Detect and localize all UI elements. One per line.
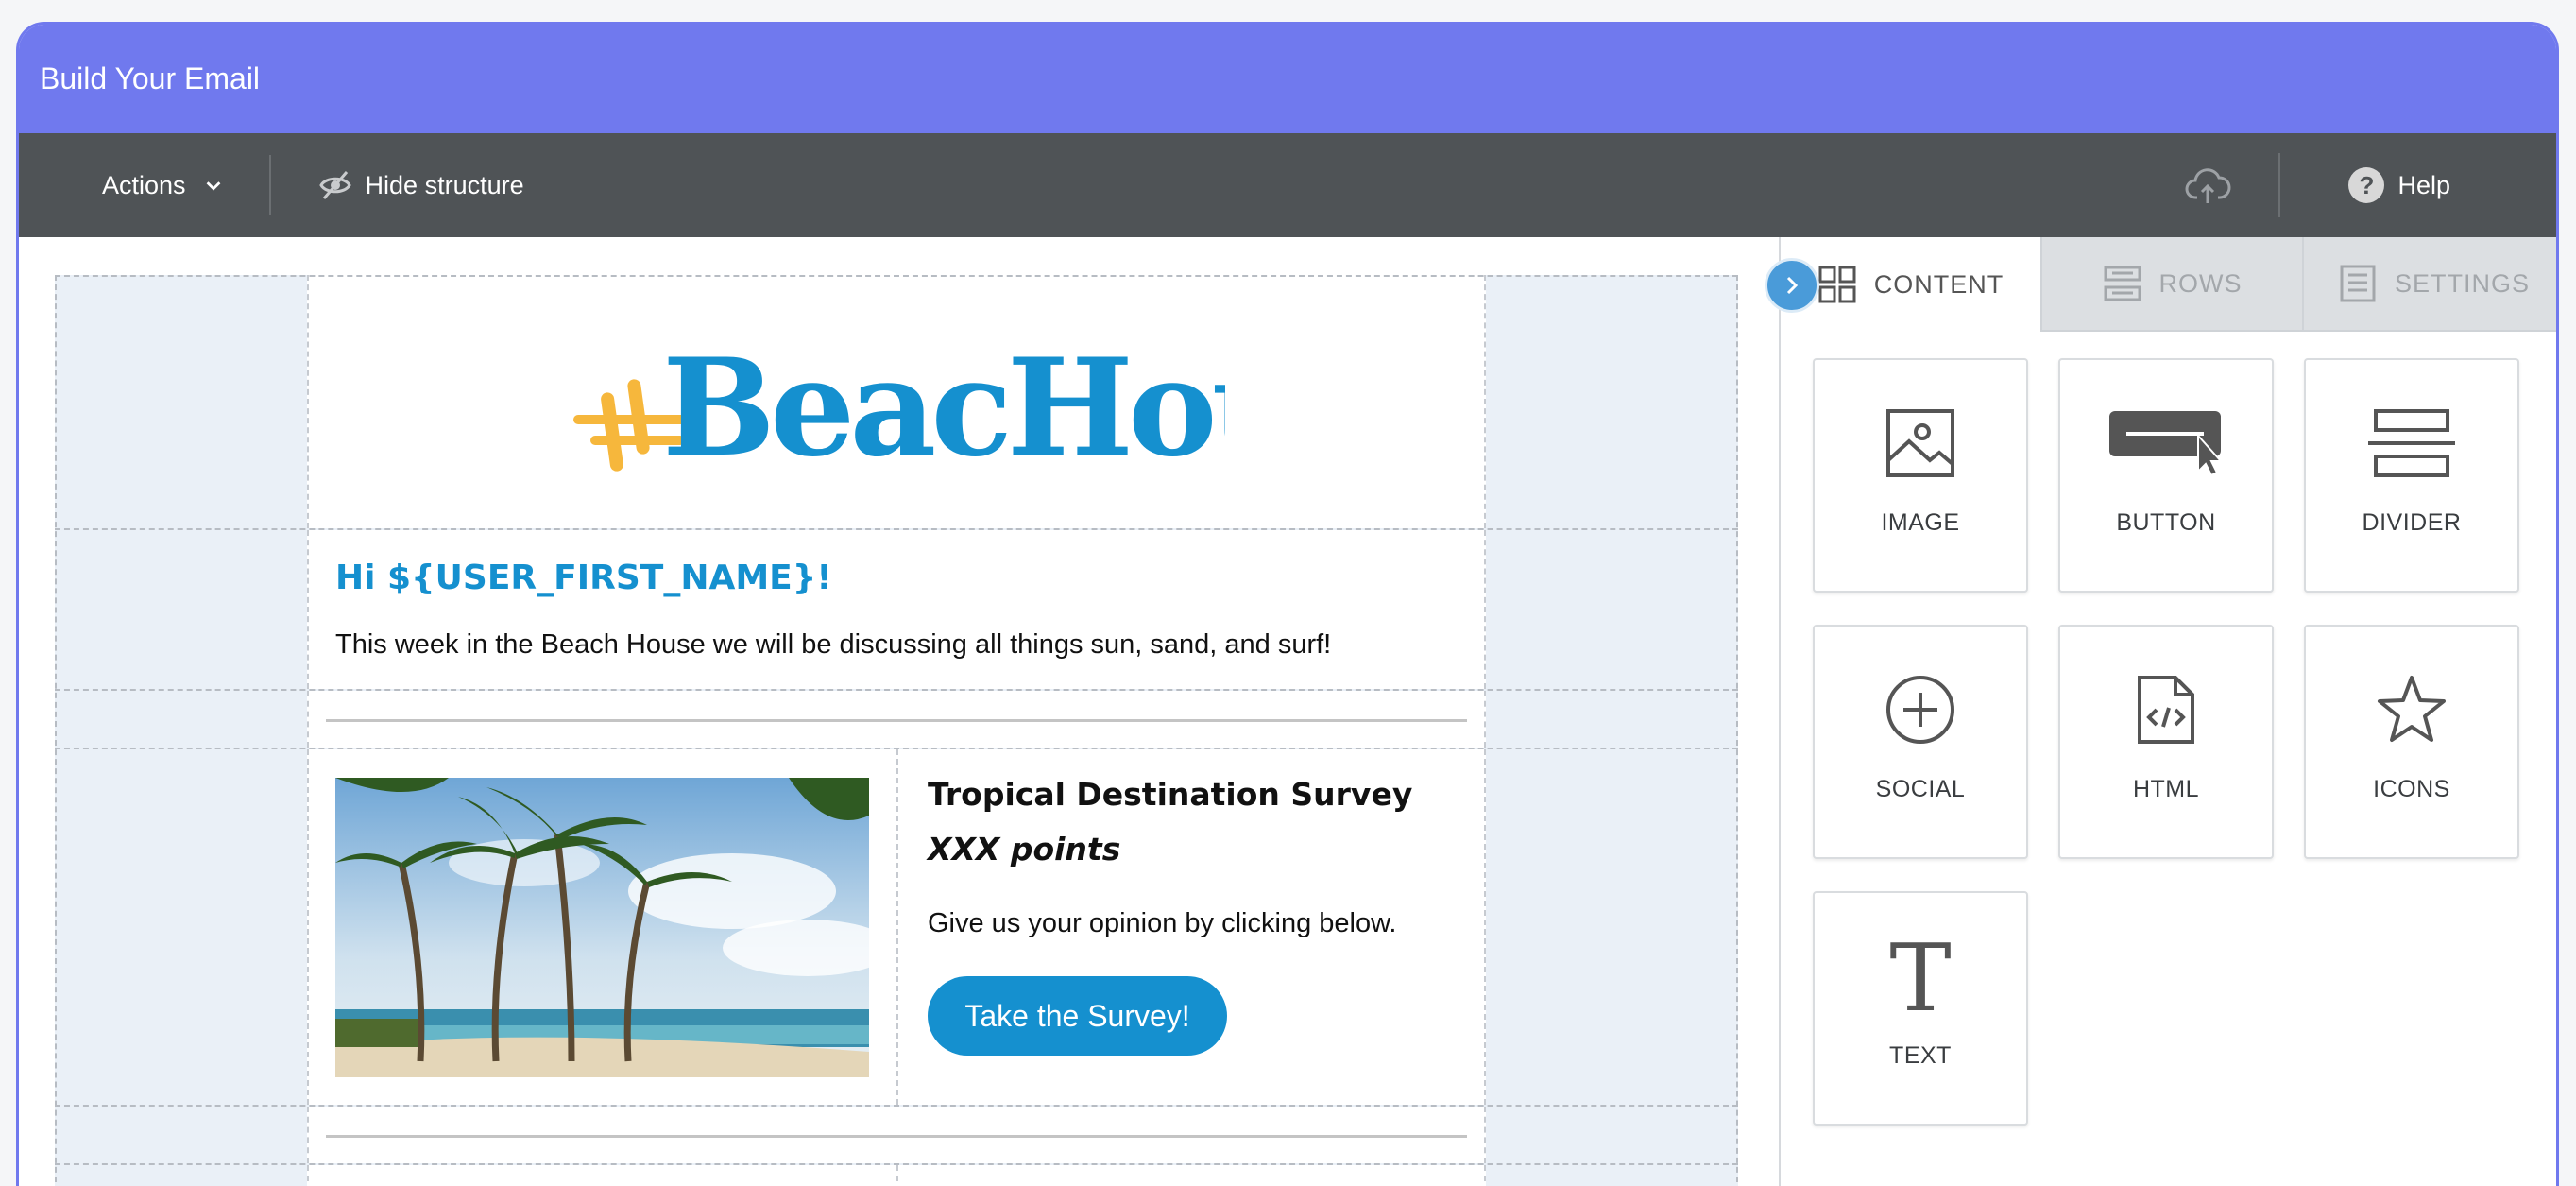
hide-structure-label: Hide structure [365, 170, 524, 199]
icons-block[interactable]: ICONS [2304, 625, 2519, 859]
divider-block[interactable]: DIVIDER [2304, 358, 2519, 593]
eye-off-icon [318, 171, 351, 199]
title-bar: Build Your Email [19, 25, 2556, 133]
social-icon [1886, 676, 1954, 744]
chevron-down-icon [206, 181, 220, 191]
toolbar-divider [2278, 153, 2281, 217]
column-separator [896, 1165, 898, 1186]
settings-icon [2340, 265, 2376, 302]
survey-row[interactable]: Tropical Destination Survey XXX points G… [55, 748, 1738, 1105]
image-icon [1886, 409, 1954, 477]
html-icon [2138, 676, 2194, 744]
social-block[interactable]: SOCIAL [1813, 625, 2028, 859]
panel-tabs: CONTENT ROWS SETTINGS [1781, 237, 2556, 332]
intro-text: This week in the Beach House we will be … [335, 629, 1332, 660]
tab-content-label: CONTENT [1873, 269, 2005, 299]
rows-icon [2104, 266, 2141, 301]
row-content: BeacHouse [307, 275, 1486, 528]
divider-line [326, 719, 1467, 722]
beach-house-logo: BeacHouse [573, 330, 1225, 487]
workspace: BeacHouse Hi ${USER_FIRST_NAME}! This we… [19, 237, 2556, 1186]
svg-text:T: T [1889, 940, 1951, 1016]
toolbar: Actions Hide structure ? Help [19, 133, 2556, 237]
tab-settings[interactable]: SETTINGS [2302, 237, 2556, 332]
palm-trees-photo [335, 778, 869, 1077]
button-icon [2109, 411, 2224, 477]
side-panel: CONTENT ROWS SETTINGS IMAGE BUTTON DIVID… [1779, 237, 2556, 1186]
actions-label: Actions [102, 170, 186, 199]
block-label: IMAGE [1881, 509, 1960, 536]
button-block[interactable]: BUTTON [2058, 358, 2274, 593]
star-icon [2378, 676, 2446, 742]
toolbar-divider [268, 155, 271, 215]
text-icon: T [1889, 940, 1951, 1016]
greeting-row[interactable]: Hi ${USER_FIRST_NAME}! This week in the … [55, 528, 1738, 689]
email-builder-window: Build Your Email Actions Hide structure … [16, 22, 2559, 1186]
block-label: ICONS [2373, 776, 2450, 802]
divider-row[interactable] [55, 689, 1738, 748]
block-label: DIVIDER [2362, 509, 2462, 536]
html-block[interactable]: HTML [2058, 625, 2274, 859]
block-label: SOCIAL [1875, 776, 1966, 802]
collapse-panel-button[interactable] [1765, 258, 1819, 313]
help-button[interactable]: ? Help [2348, 167, 2450, 203]
chevron-right-icon [1786, 276, 1799, 295]
tab-content[interactable]: CONTENT [1781, 237, 2040, 332]
row-content [307, 1165, 1486, 1186]
svg-text:BeacHouse: BeacHouse [662, 330, 1225, 487]
survey-points: XXX points [928, 831, 1121, 868]
help-icon: ? [2348, 167, 2385, 203]
row-content [307, 1107, 1486, 1163]
image-block[interactable]: IMAGE [1813, 358, 2028, 593]
tab-settings-label: SETTINGS [2394, 268, 2530, 298]
survey-description: Give us your opinion by clicking below. [928, 908, 1397, 938]
row-content: Hi ${USER_FIRST_NAME}! This week in the … [307, 530, 1486, 689]
block-label: HTML [2132, 776, 2200, 802]
column-separator [896, 749, 898, 1105]
row-content [307, 691, 1486, 748]
block-label: BUTTON [2116, 509, 2216, 536]
divider-line [326, 1135, 1467, 1138]
tab-rows-label: ROWS [2158, 268, 2243, 298]
next-row[interactable] [55, 1163, 1738, 1186]
cloud-upload-icon[interactable] [2184, 162, 2231, 209]
help-label: Help [2397, 170, 2450, 199]
take-survey-button[interactable]: Take the Survey! [928, 976, 1227, 1056]
hide-structure-button[interactable]: Hide structure [318, 168, 524, 202]
logo-row[interactable]: BeacHouse [55, 275, 1738, 528]
grid-icon [1818, 266, 1856, 303]
survey-title: Tropical Destination Survey [928, 776, 1413, 813]
divider-icon [2368, 409, 2455, 477]
greeting-heading: Hi ${USER_FIRST_NAME}! [335, 559, 832, 597]
actions-menu-button[interactable]: Actions [102, 171, 224, 200]
divider-row[interactable] [55, 1105, 1738, 1163]
row-content: Tropical Destination Survey XXX points G… [307, 749, 1486, 1105]
window-title: Build Your Email [40, 61, 261, 95]
email-canvas: BeacHouse Hi ${USER_FIRST_NAME}! This we… [55, 275, 1738, 1186]
text-block[interactable]: T TEXT [1813, 891, 2028, 1126]
block-label: TEXT [1889, 1042, 1952, 1069]
tab-rows[interactable]: ROWS [2040, 237, 2302, 332]
